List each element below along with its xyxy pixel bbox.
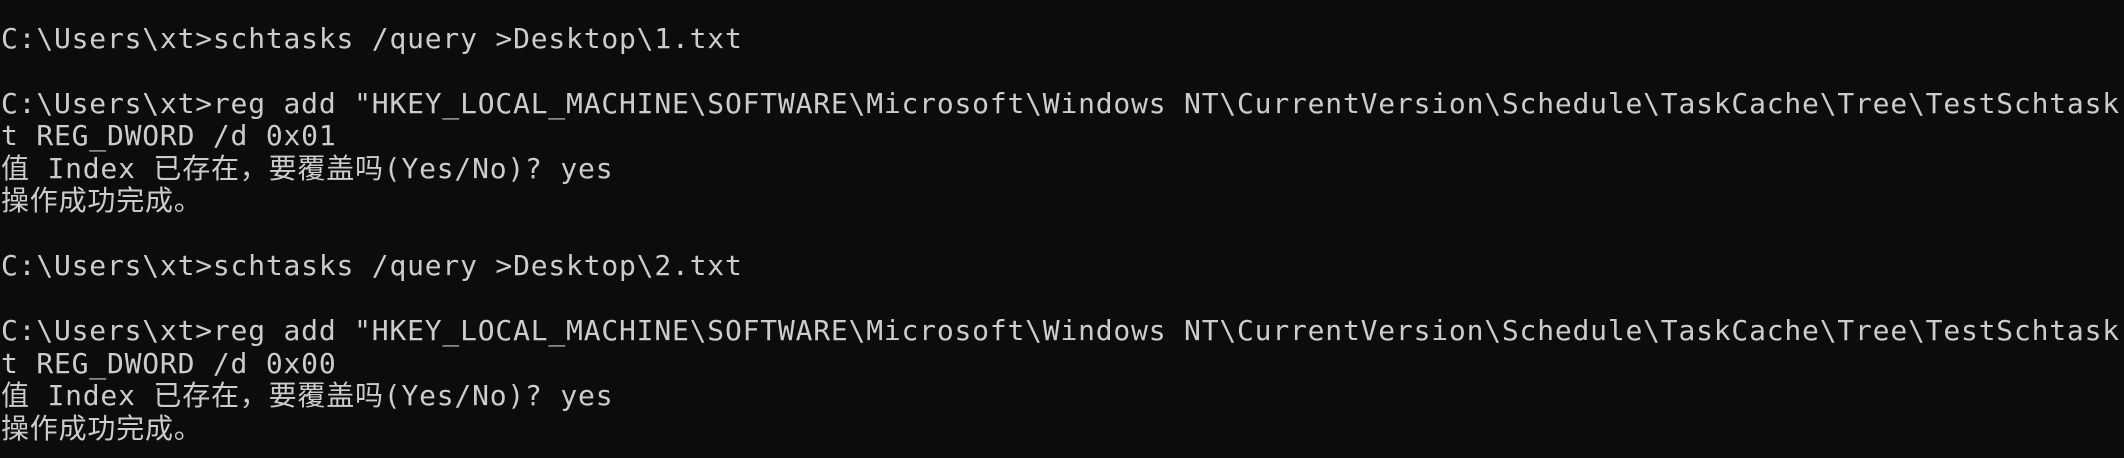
console-line-result: 操作成功完成。 — [1, 184, 203, 217]
console-line-command: C:\Users\xt>reg add "HKEY_LOCAL_MACHINE\… — [1, 314, 2124, 347]
console-line-command: C:\Users\xt>reg add "HKEY_LOCAL_MACHINE\… — [1, 86, 2124, 120]
console-line-result: 操作成功完成。 — [1, 411, 203, 445]
console-line-command: C:\Users\xt>schtasks /query >Desktop\1.t… — [1, 21, 743, 55]
console-window[interactable]: C:\Users\xt>schtasks /query >Desktop\1.t… — [0, 0, 2124, 458]
console-output: C:\Users\xt>schtasks /query >Desktop\1.t… — [1, 0, 2124, 445]
console-line-command-continuation: t REG_DWORD /d 0x01 — [1, 119, 337, 152]
console-line-command: C:\Users\xt>schtasks /query >Desktop\2.t… — [1, 249, 743, 282]
console-line-command-continuation: t REG_DWORD /d 0x00 — [1, 346, 337, 380]
console-line-prompt-response: 值 Index 已存在，要覆盖吗(Yes/No)? yes — [1, 151, 614, 185]
console-line-prompt-response: 值 Index 已存在，要覆盖吗(Yes/No)? yes — [1, 379, 614, 412]
